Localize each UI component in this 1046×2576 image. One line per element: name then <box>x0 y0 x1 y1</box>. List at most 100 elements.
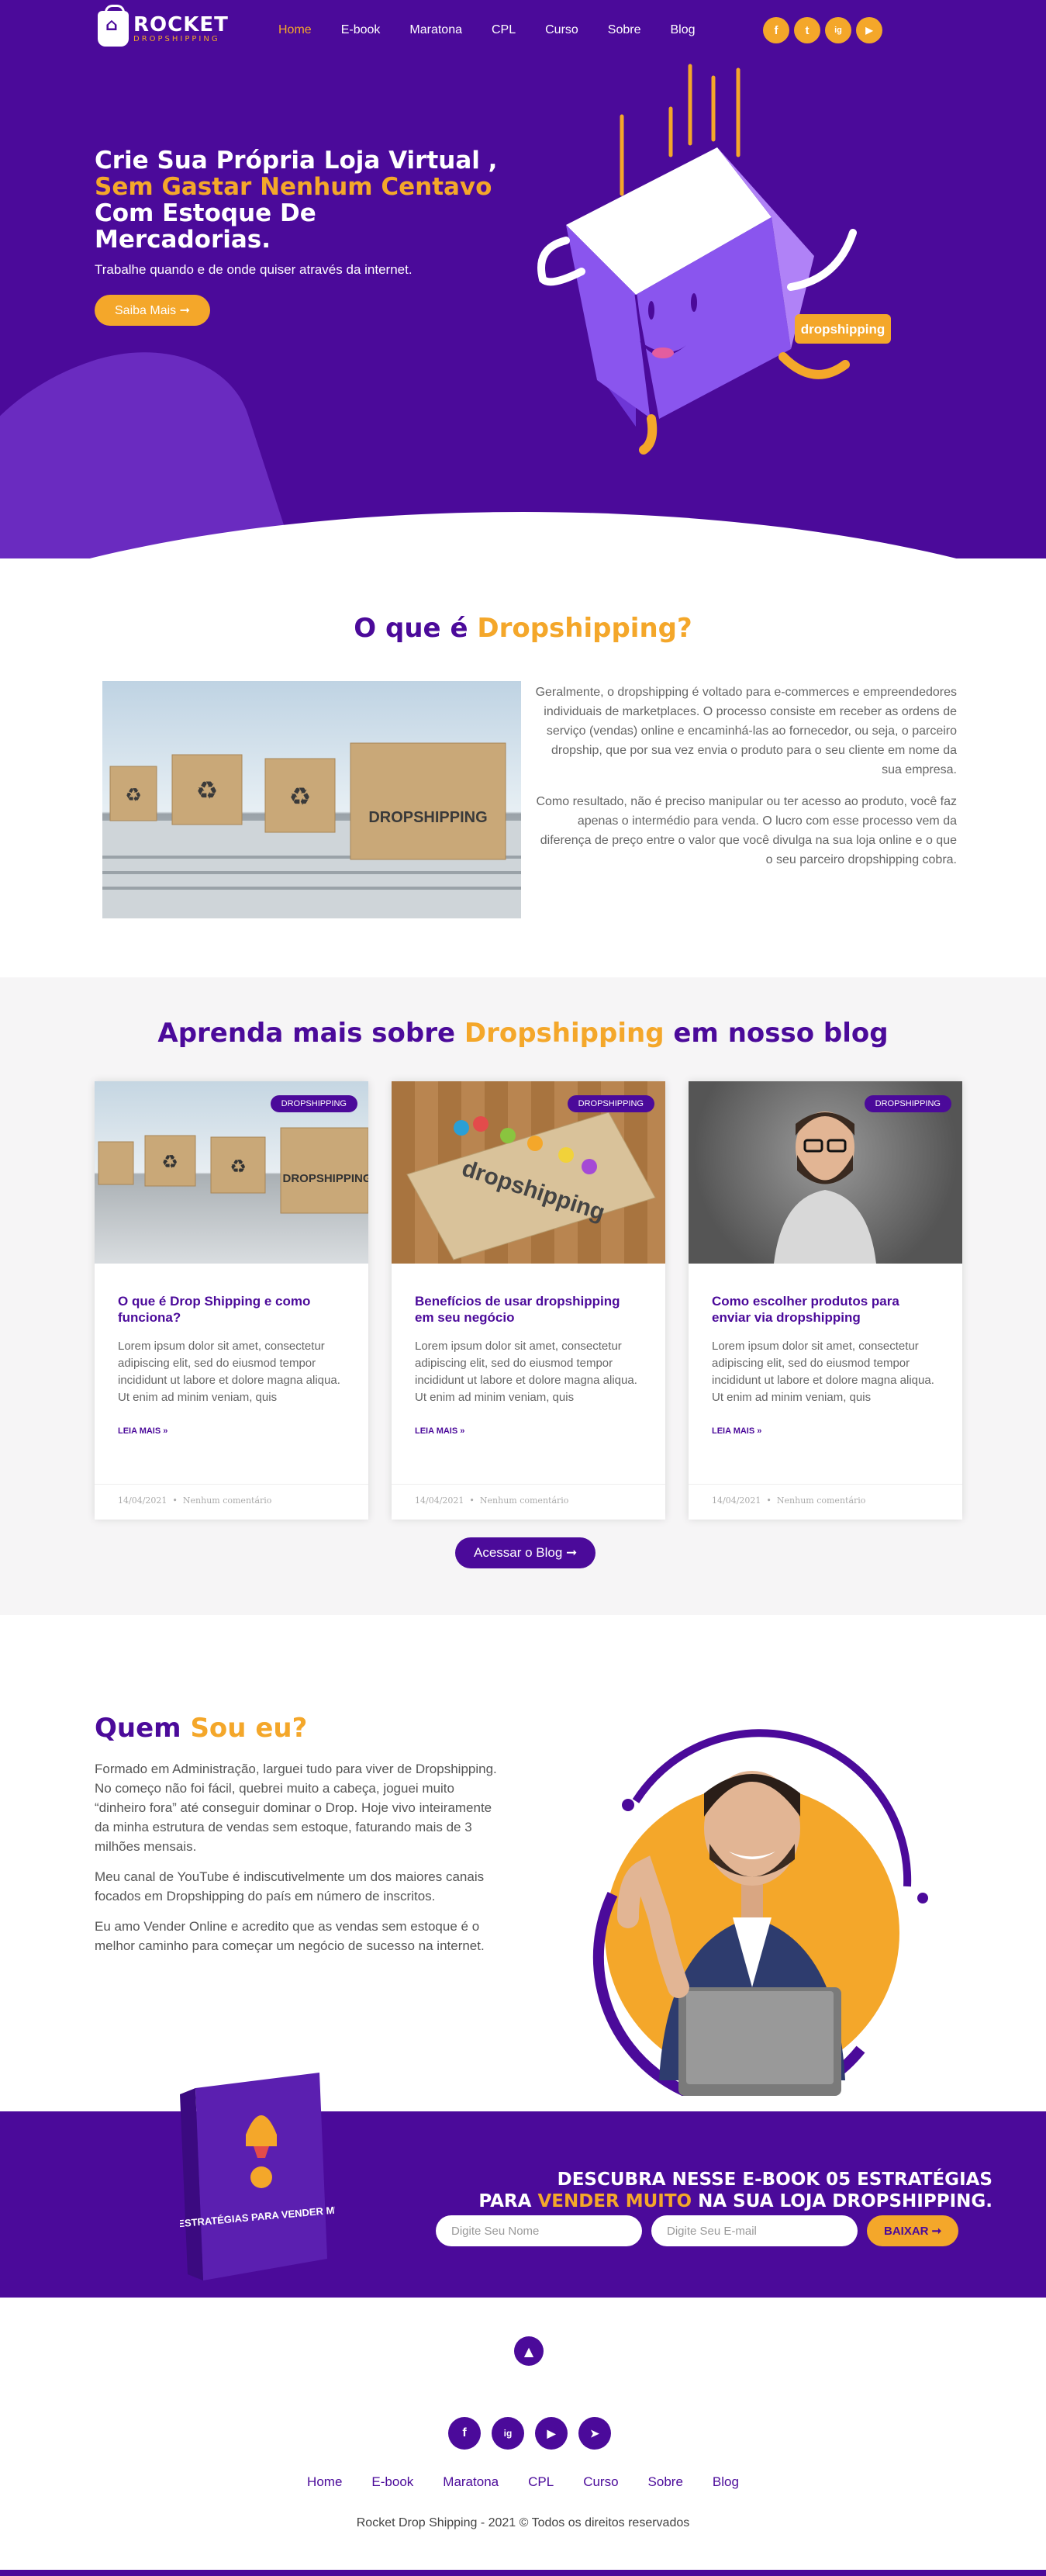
youtube-icon[interactable]: ▶ <box>535 2417 568 2450</box>
card-date: 14/04/2021 <box>118 1495 167 1506</box>
card-excerpt: Lorem ipsum dolor sit amet, consectetur … <box>118 1340 340 1404</box>
card-image[interactable]: DROPSHIPPING <box>689 1081 962 1264</box>
chevron-up-icon[interactable]: ▲ <box>514 2336 544 2366</box>
hero-section: ROCKET DROPSHIPPING Home E-book Maratona… <box>0 0 1046 558</box>
nav-home[interactable]: Home <box>264 23 326 37</box>
facebook-icon[interactable]: f <box>763 17 789 43</box>
telegram-icon[interactable]: ➤ <box>578 2417 611 2450</box>
read-more-link[interactable]: LEIA MAIS » <box>118 1426 345 1436</box>
dropshipping-tag-text: dropshipping <box>801 322 885 337</box>
card-excerpt: Lorem ipsum dolor sit amet, consectetur … <box>415 1340 637 1404</box>
ebook-form: Digite Seu Nome Digite Seu E-mail BAIXAR… <box>436 2215 959 2246</box>
category-badge[interactable]: DROPSHIPPING <box>864 1095 951 1112</box>
blog-title-part: Aprenda mais sobre <box>157 1018 464 1049</box>
what-is-title-highlight: Dropshipping? <box>477 613 692 644</box>
baixar-button[interactable]: BAIXAR ➞ <box>867 2215 959 2246</box>
card-title[interactable]: O que é Drop Shipping e como funciona? <box>118 1293 345 1326</box>
svg-text:♻: ♻ <box>125 784 142 806</box>
card-date: 14/04/2021 <box>712 1495 761 1506</box>
ebook-cover-illustration: 05 ESTRATÉGIAS PARA VENDER MUITO <box>180 2073 335 2280</box>
what-is-paragraph-1: Geralmente, o dropshipping é voltado par… <box>535 686 957 776</box>
hero-subtitle: Trabalhe quando e de onde quiser através… <box>95 262 413 277</box>
logo-text: ROCKET DROPSHIPPING <box>133 15 229 43</box>
nav-maratona[interactable]: Maratona <box>395 23 477 37</box>
footer-link-home[interactable]: Home <box>292 2474 357 2490</box>
ebook-section: 05 ESTRATÉGIAS PARA VENDER MUITO DESCUBR… <box>0 2073 1046 2298</box>
hero-title-highlight: Sem Gastar Nenhum Centavo <box>95 173 492 201</box>
ebook-headline-line-1: DESCUBRA NESSE E-BOOK 05 ESTRATÉGIAS <box>557 2170 992 2190</box>
category-badge[interactable]: DROPSHIPPING <box>567 1095 654 1112</box>
card-title[interactable]: Como escolher produtos para enviar via d… <box>712 1293 939 1326</box>
access-blog-button[interactable]: Acessar o Blog ➞ <box>455 1537 596 1568</box>
twitter-icon[interactable]: t <box>794 17 820 43</box>
category-badge[interactable]: DROPSHIPPING <box>270 1095 357 1112</box>
hero-copy: Crie Sua Própria Loja Virtual , Sem Gast… <box>95 147 498 326</box>
about-paragraph-1: Formado em Administração, larguei tudo p… <box>95 1762 497 1854</box>
youtube-icon[interactable]: ▶ <box>856 17 882 43</box>
what-is-title: O que é Dropshipping? <box>0 613 1046 644</box>
ebook-headline: DESCUBRA NESSE E-BOOK 05 ESTRATÉGIAS PAR… <box>419 2169 992 2212</box>
nav-blog[interactable]: Blog <box>656 23 710 37</box>
footer-bar <box>0 2570 1046 2576</box>
card-title[interactable]: Benefícios de usar dropshipping em seu n… <box>415 1293 642 1326</box>
card-body: O que é Drop Shipping e como funciona? L… <box>95 1264 368 1436</box>
about-title: Quem Sou eu? <box>95 1713 307 1744</box>
nav-curso[interactable]: Curso <box>530 23 593 37</box>
nav-sobre[interactable]: Sobre <box>593 23 656 37</box>
blog-cards: DROPSHIPPING ♻ ♻ DROPSHIPPING O que é Dr… <box>95 1081 962 1520</box>
card-excerpt: Lorem ipsum dolor sit amet, consectetur … <box>712 1340 934 1404</box>
about-paragraph-2: Meu canal de YouTube é indiscutivelmente… <box>95 1869 485 1903</box>
card-date: 14/04/2021 <box>415 1495 464 1506</box>
svg-text:♻: ♻ <box>289 782 312 811</box>
name-input[interactable]: Digite Seu Nome <box>436 2215 642 2246</box>
footer-link-cpl[interactable]: CPL <box>513 2474 568 2490</box>
hero-blob-decoration <box>0 320 295 558</box>
conveyor-boxes-image: DROPSHIPPING ♻ ♻ ♻ <box>102 681 521 918</box>
what-is-title-part: O que é <box>354 613 478 644</box>
footer-social: f ig ▶ ➤ <box>448 2417 611 2450</box>
author-photo-illustration <box>592 1729 928 2096</box>
meta-separator: • <box>766 1495 772 1506</box>
read-more-link[interactable]: LEIA MAIS » <box>712 1426 939 1436</box>
header-social: f t ig ▶ <box>763 17 882 43</box>
footer-link-blog[interactable]: Blog <box>698 2474 754 2490</box>
ebook-headline-line-2: PARA VENDER MUITO NA SUA LOJA DROPSHIPPI… <box>419 2190 992 2212</box>
what-is-paragraph-2: Como resultado, não é preciso manipular … <box>536 795 957 866</box>
logo-subtitle: DROPSHIPPING <box>133 34 220 43</box>
svg-text:♻: ♻ <box>196 776 219 805</box>
hero-title: Crie Sua Própria Loja Virtual , Sem Gast… <box>95 147 498 253</box>
hero-title-part: Com Estoque De Mercadorias. <box>95 199 316 254</box>
footer-link-curso[interactable]: Curso <box>568 2474 633 2490</box>
what-is-section: O que é Dropshipping? DROPSHIPPING ♻ ♻ ♻ <box>0 558 1046 977</box>
footer-link-sobre[interactable]: Sobre <box>633 2474 698 2490</box>
blog-card[interactable]: DROPSHIPPING ♻ ♻ DROPSHIPPING O que é Dr… <box>95 1081 368 1520</box>
saiba-mais-button[interactable]: Saiba Mais ➞ <box>95 295 210 326</box>
instagram-icon[interactable]: ig <box>825 17 851 43</box>
read-more-link[interactable]: LEIA MAIS » <box>415 1426 642 1436</box>
meta-separator: • <box>172 1495 178 1506</box>
nav-ebook[interactable]: E-book <box>326 23 395 37</box>
hero-title-part: Crie Sua Própria Loja Virtual , <box>95 147 498 175</box>
nav-cpl[interactable]: CPL <box>477 23 530 37</box>
about-text: Formado em Administração, larguei tudo p… <box>95 1759 498 1955</box>
card-meta: 14/04/2021 • Nenhum comentário <box>689 1484 962 1520</box>
card-image[interactable]: dropshipping DROPSHIPPING <box>392 1081 665 1264</box>
svg-text:♻: ♻ <box>230 1156 247 1177</box>
footer-link-maratona[interactable]: Maratona <box>428 2474 513 2490</box>
about-title-part: Quem <box>95 1713 191 1744</box>
blog-card[interactable]: DROPSHIPPING Como escolher produtos para… <box>689 1081 962 1520</box>
logo[interactable]: ROCKET DROPSHIPPING <box>98 5 229 47</box>
footer-link-ebook[interactable]: E-book <box>357 2474 428 2490</box>
svg-text:DROPSHIPPING: DROPSHIPPING <box>368 809 487 826</box>
ebook-headline-highlight: VENDER MUITO <box>537 2191 692 2211</box>
blog-card[interactable]: dropshipping DROPSHIPPING Benefícios de … <box>392 1081 665 1520</box>
instagram-icon[interactable]: ig <box>492 2417 524 2450</box>
about-title-highlight: Sou eu? <box>190 1713 308 1744</box>
facebook-icon[interactable]: f <box>448 2417 481 2450</box>
what-is-text: Geralmente, o dropshipping é voltado par… <box>533 683 957 870</box>
blog-section: Aprenda mais sobre Dropshipping em nosso… <box>0 977 1046 1615</box>
email-input[interactable]: Digite Seu E-mail <box>651 2215 858 2246</box>
card-body: Benefícios de usar dropshipping em seu n… <box>392 1264 665 1436</box>
card-image[interactable]: DROPSHIPPING ♻ ♻ DROPSHIPPING <box>95 1081 368 1264</box>
page: ROCKET DROPSHIPPING Home E-book Maratona… <box>0 0 1046 2576</box>
